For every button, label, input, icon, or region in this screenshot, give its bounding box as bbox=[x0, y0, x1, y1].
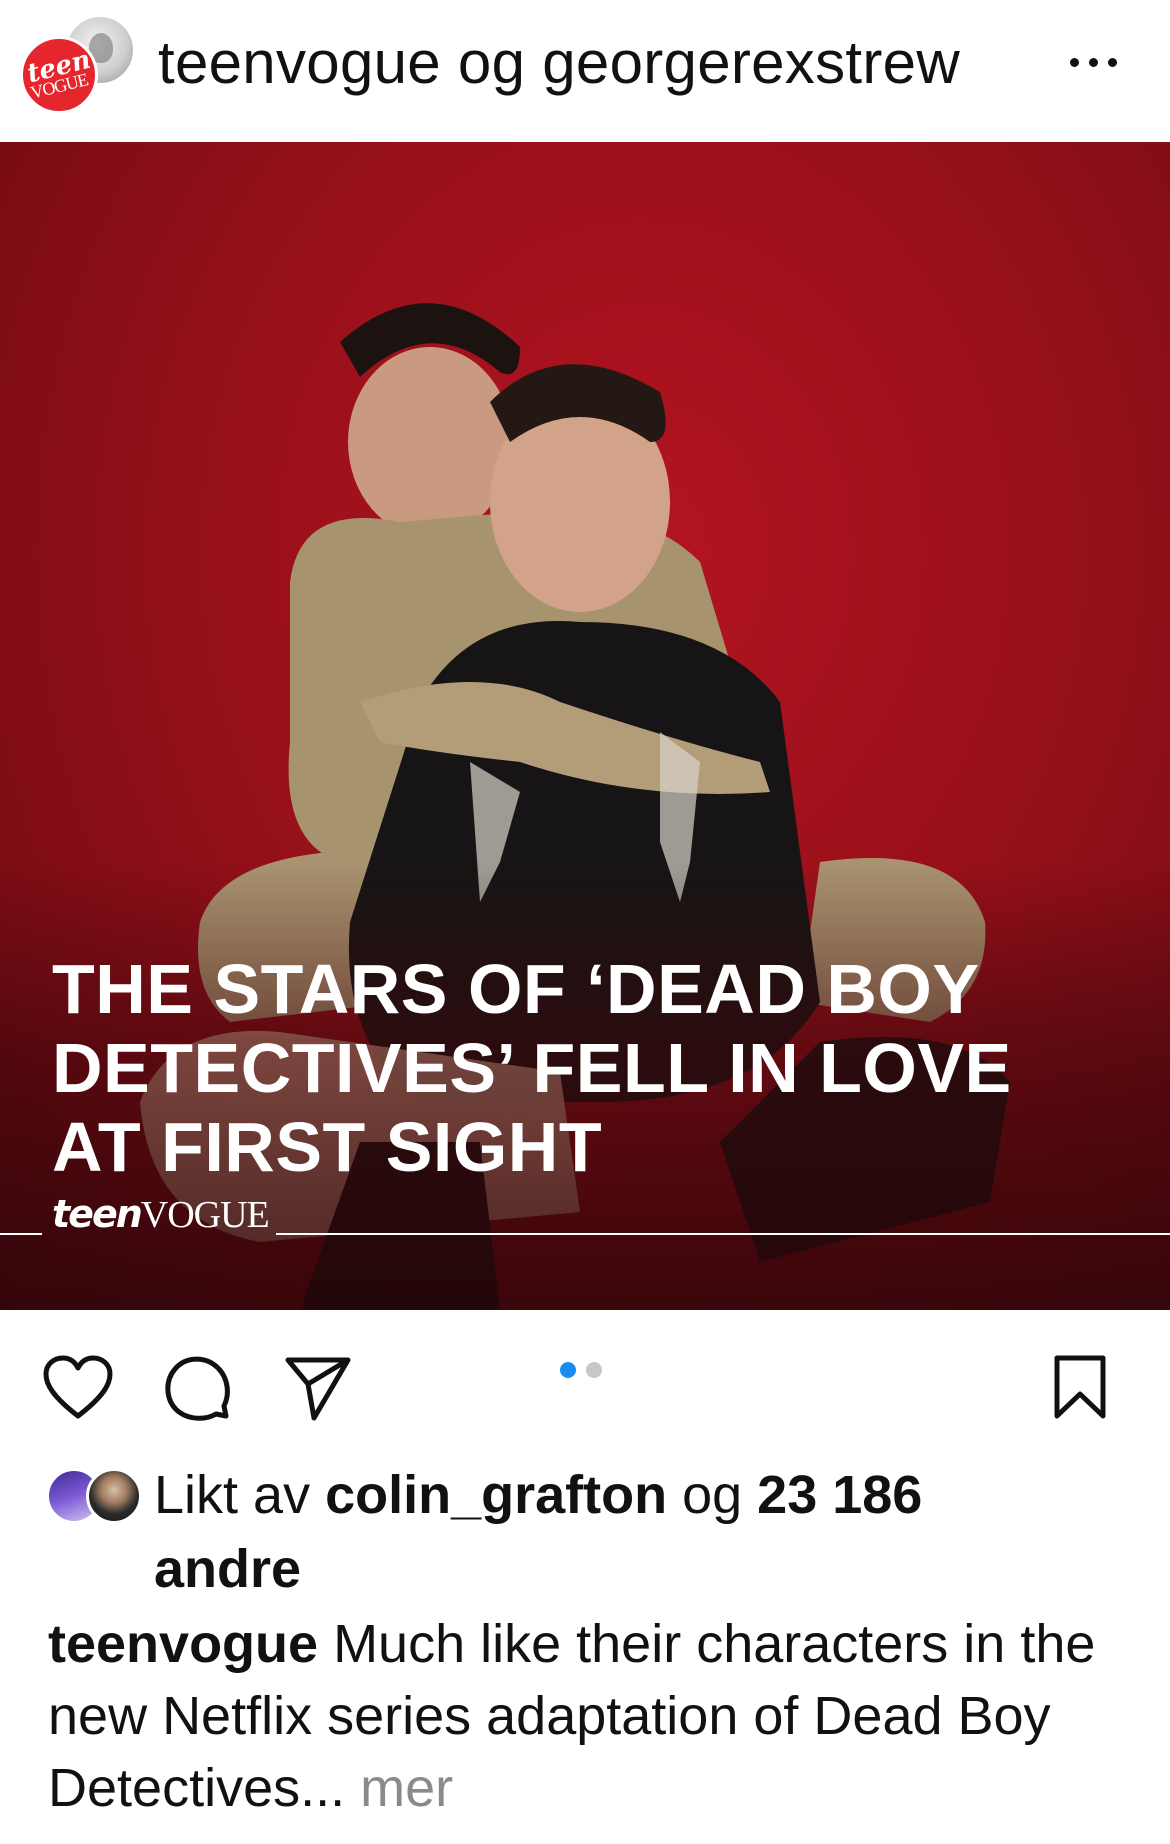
dot bbox=[1108, 57, 1117, 67]
divider-line bbox=[276, 1233, 1170, 1235]
post-caption: teenvogue Much like their characters in … bbox=[48, 1608, 1138, 1824]
heart-icon[interactable] bbox=[42, 1354, 114, 1420]
divider-line bbox=[0, 1233, 42, 1235]
carousel-indicator bbox=[560, 1362, 602, 1378]
bookmark-icon[interactable] bbox=[1052, 1354, 1108, 1420]
caption-more-link[interactable]: mer bbox=[345, 1758, 453, 1818]
action-bar bbox=[0, 1310, 1170, 1450]
dot bbox=[1089, 57, 1098, 67]
post-header: teen VOGUE teenvogue og georgerexstrew bbox=[0, 0, 1170, 142]
likes-suffix[interactable]: andre bbox=[154, 1539, 301, 1599]
post-headline: THE STARS OF ‘DEAD BOY DETECTIVES’ FELL … bbox=[52, 950, 1012, 1186]
comment-bubble-icon[interactable] bbox=[164, 1354, 232, 1422]
logo-teen: teen bbox=[52, 1192, 143, 1236]
teenvogue-avatar[interactable]: teen VOGUE bbox=[20, 36, 98, 114]
caption-username[interactable]: teenvogue bbox=[48, 1614, 318, 1674]
teen-vogue-logo: teen VOGUE bbox=[52, 1192, 270, 1237]
likes-prefix: Likt av bbox=[154, 1465, 326, 1525]
logo-vogue: VOGUE bbox=[140, 1194, 270, 1236]
likes-connector: og bbox=[667, 1465, 758, 1525]
likes-count[interactable]: 23 186 bbox=[757, 1465, 922, 1525]
liker-username[interactable]: colin_grafton bbox=[325, 1465, 667, 1525]
post-authors[interactable]: teenvogue og georgerexstrew bbox=[158, 28, 960, 97]
paper-plane-icon[interactable] bbox=[284, 1354, 352, 1422]
ellipsis-horizontal-icon[interactable] bbox=[1070, 52, 1130, 72]
liker-avatars[interactable] bbox=[46, 1468, 142, 1526]
account-avatars[interactable]: teen VOGUE bbox=[20, 14, 136, 114]
carousel-dot-active bbox=[560, 1362, 576, 1378]
dot bbox=[1070, 57, 1079, 67]
liker-avatar[interactable] bbox=[86, 1468, 142, 1524]
person-face bbox=[348, 347, 512, 537]
carousel-dot bbox=[586, 1362, 602, 1378]
post-image[interactable]: THE STARS OF ‘DEAD BOY DETECTIVES’ FELL … bbox=[0, 142, 1170, 1310]
likes-text[interactable]: Likt av colin_grafton og 23 186 andre bbox=[154, 1458, 1114, 1606]
